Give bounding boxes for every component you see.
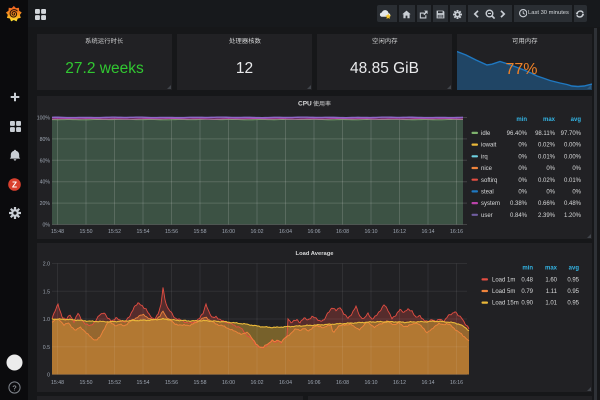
svg-text:0.00%: 0.00% [564,143,582,149]
svg-text:60%: 60% [40,158,51,164]
svg-text:0%: 0% [518,154,527,160]
svg-text:CPU: CPU [298,100,312,107]
svg-text:?: ? [12,383,16,392]
svg-text:15:52: 15:52 [108,229,121,235]
svg-text:0%: 0% [43,223,51,229]
svg-text:0.79: 0.79 [521,289,533,295]
svg-text:2.0: 2.0 [43,262,50,268]
svg-text:0%: 0% [546,166,555,172]
svg-text:user: user [481,213,493,219]
svg-text:15:56: 15:56 [165,229,178,235]
svg-text:40%: 40% [40,180,51,186]
svg-text:16:02: 16:02 [251,380,264,386]
svg-text:0.66%: 0.66% [538,201,556,207]
svg-text:15:54: 15:54 [137,229,150,235]
svg-text:16:08: 16:08 [336,229,349,235]
svg-text:0.90: 0.90 [521,301,533,307]
svg-text:avg: avg [569,266,580,272]
svg-text:97.70%: 97.70% [561,131,582,137]
svg-text:Z: Z [12,180,17,189]
svg-text:0.95: 0.95 [567,301,579,307]
svg-text:0%: 0% [546,190,555,196]
svg-text:irq: irq [481,154,488,160]
svg-text:iowait: iowait [481,143,497,149]
svg-text:15:52: 15:52 [108,380,121,386]
svg-text:min: min [522,266,533,272]
svg-text:avg: avg [571,117,582,123]
svg-text:1.60: 1.60 [545,278,557,284]
svg-text:min: min [516,117,527,123]
svg-text:0.01%: 0.01% [538,154,556,160]
svg-text:16:00: 16:00 [222,380,235,386]
svg-text:15:48: 15:48 [51,229,64,235]
svg-text:0.95: 0.95 [567,278,579,284]
svg-text:1.0: 1.0 [43,317,50,323]
svg-text:0.02%: 0.02% [538,178,556,184]
svg-text:16:04: 16:04 [279,229,292,235]
svg-text:15:58: 15:58 [194,229,207,235]
svg-text:2.39%: 2.39% [538,213,556,219]
svg-text:Load 15m: Load 15m [492,301,519,307]
svg-text:0%: 0% [572,190,581,196]
svg-text:nice: nice [481,166,493,172]
svg-text:96.40%: 96.40% [507,131,528,137]
svg-text:Load 1m: Load 1m [492,278,515,284]
svg-text:16:08: 16:08 [336,380,349,386]
svg-text:0: 0 [47,373,50,379]
svg-text:max: max [545,266,558,272]
svg-text:0%: 0% [518,166,527,172]
svg-text:1.01: 1.01 [545,301,557,307]
svg-text:15:50: 15:50 [80,380,93,386]
svg-text:15:54: 15:54 [137,380,150,386]
svg-text:16:16: 16:16 [450,229,463,235]
svg-text:max: max [543,117,556,123]
svg-text:16:00: 16:00 [222,229,235,235]
svg-text:16:16: 16:16 [450,380,463,386]
svg-text:steal: steal [481,190,494,196]
svg-text:0.48: 0.48 [521,278,533,284]
svg-text:15:48: 15:48 [51,380,64,386]
svg-text:16:14: 16:14 [422,229,435,235]
svg-text:16:14: 16:14 [422,380,435,386]
svg-text:1.11: 1.11 [546,289,558,295]
svg-text:0.01%: 0.01% [564,178,582,184]
svg-text:16:12: 16:12 [393,229,406,235]
svg-text:100%: 100% [37,116,50,122]
svg-text:softirq: softirq [481,178,497,184]
svg-text:0.02%: 0.02% [538,143,556,149]
svg-text:20%: 20% [40,201,51,207]
svg-text:15:50: 15:50 [80,229,93,235]
svg-text:0.84%: 0.84% [510,213,528,219]
svg-text:0.48%: 0.48% [564,201,582,207]
svg-text:80%: 80% [40,137,51,143]
svg-text:98.11%: 98.11% [535,131,556,137]
svg-text:idle: idle [481,131,491,137]
svg-text:15:58: 15:58 [194,380,207,386]
svg-text:16:06: 16:06 [308,380,321,386]
svg-text:16:10: 16:10 [365,380,378,386]
svg-text:16:02: 16:02 [251,229,264,235]
svg-text:0%: 0% [518,143,527,149]
svg-text:16:04: 16:04 [279,380,292,386]
svg-text:0%: 0% [518,178,527,184]
svg-text:0%: 0% [572,166,581,172]
svg-text:15:56: 15:56 [165,380,178,386]
svg-text:1.5: 1.5 [43,289,50,295]
svg-text:0.38%: 0.38% [510,201,528,207]
svg-text:Load 5m: Load 5m [492,289,515,295]
svg-text:16:12: 16:12 [393,380,406,386]
svg-text:system: system [481,201,500,207]
svg-text:0.00%: 0.00% [564,154,582,160]
svg-text:1.20%: 1.20% [564,213,582,219]
svg-text:0.5: 0.5 [43,345,50,351]
svg-text:16:10: 16:10 [365,229,378,235]
svg-text:0.95: 0.95 [567,289,579,295]
svg-text:0%: 0% [518,190,527,196]
svg-text:16:06: 16:06 [308,229,321,235]
